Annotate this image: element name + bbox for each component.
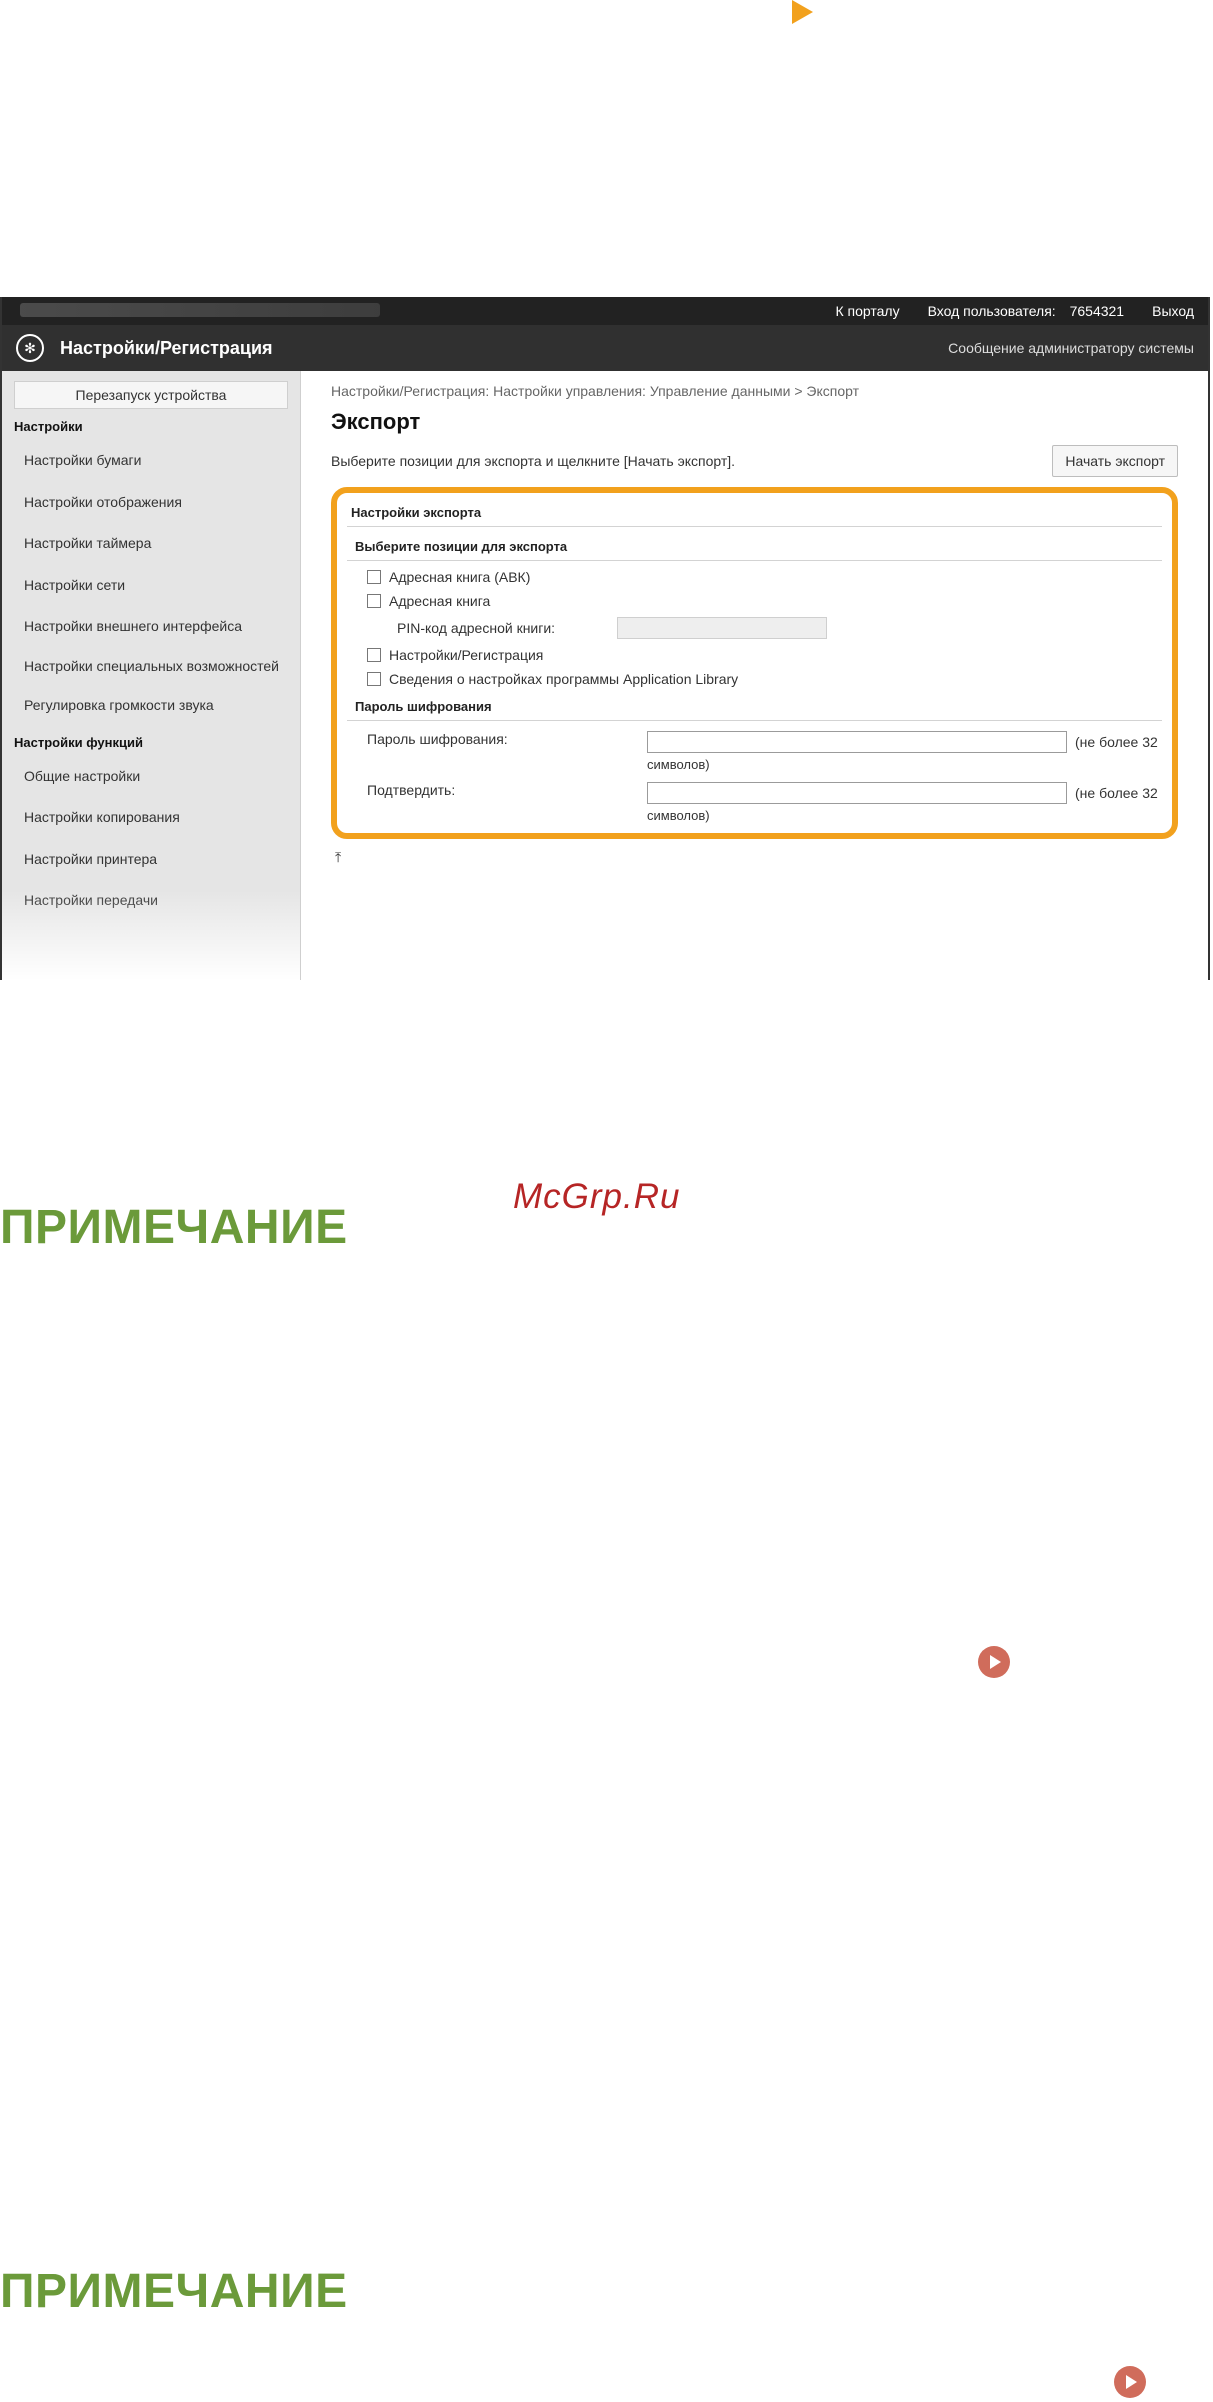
topbar-right: К порталу Вход пользователя: 7654321 Вых… (835, 303, 1194, 319)
checkbox-row-abk[interactable]: Адресная книга (АВК) (367, 569, 1162, 585)
sidebar-item-accessibility[interactable]: Настройки специальных возможностей (14, 648, 288, 686)
logout-link[interactable]: Выход (1152, 303, 1194, 319)
confirm-limit-1: (не более 32 (1075, 785, 1158, 801)
password-field-wrap: (не более 32 символов) (647, 731, 1162, 772)
sidebar-item-display[interactable]: Настройки отображения (14, 482, 288, 524)
to-top-icon[interactable]: ⤒ (335, 849, 1178, 866)
sidebar-functions-title: Настройки функций (14, 734, 143, 750)
portal-link[interactable]: К порталу (835, 303, 899, 319)
checkbox[interactable] (367, 594, 381, 608)
pin-input (617, 617, 827, 639)
sidebar-item-timer[interactable]: Настройки таймера (14, 523, 288, 565)
checkbox-label: Адресная книга (389, 593, 491, 609)
note-heading-1: ПРИМЕЧАНИЕ (0, 1201, 348, 1254)
encryption-title: Пароль шифрования (347, 695, 1162, 721)
settings-logo-icon: ✻ (16, 334, 44, 362)
checkbox-label: Настройки/Регистрация (389, 647, 544, 663)
user-label: Вход пользователя: 7654321 (927, 303, 1125, 319)
main-content: Настройки/Регистрация: Настройки управле… (301, 371, 1208, 980)
checkbox-row-settings-registration[interactable]: Настройки/Регистрация (367, 647, 1162, 663)
sidebar-settings-title: Настройки (14, 419, 83, 434)
page: К порталу Вход пользователя: 7654321 Вых… (0, 0, 1213, 2402)
checkbox-label: Адресная книга (АВК) (389, 569, 531, 585)
instructions-text: Выберите позиции для экспорта и щелкните… (331, 453, 736, 469)
admin-message-link[interactable]: Сообщение администратору системы (948, 340, 1194, 356)
sidebar-item-network[interactable]: Настройки сети (14, 565, 288, 607)
pin-label: PIN-код адресной книги: (397, 620, 556, 636)
header-title: Настройки/Регистрация (60, 337, 273, 358)
checkbox-row-application-library[interactable]: Сведения о настройках программы Applicat… (367, 671, 1162, 687)
confirm-input[interactable] (647, 782, 1067, 804)
sidebar: Перезапуск устройства Настройки Настройк… (2, 371, 301, 980)
confirm-label: Подтвердить: (367, 782, 456, 798)
password-line: (не более 32 (647, 731, 1162, 753)
checkbox-row-address-book[interactable]: Адресная книга (367, 593, 1162, 609)
top-arrow-icon (792, 0, 813, 24)
ui-body: Перезапуск устройства Настройки Настройк… (2, 371, 1208, 980)
sidebar-item-send[interactable]: Настройки передачи (14, 880, 288, 922)
password-label: Пароль шифрования: (367, 731, 508, 747)
restart-device-button[interactable]: Перезапуск устройства (14, 381, 288, 409)
watermark: McGrp.Ru (513, 1177, 681, 1216)
ui-topbar: К порталу Вход пользователя: 7654321 Вых… (2, 297, 1208, 325)
password-input[interactable] (647, 731, 1067, 753)
checkbox-label: Сведения о настройках программы Applicat… (389, 671, 739, 687)
sidebar-item-external-interface[interactable]: Настройки внешнего интерфейса (14, 606, 288, 648)
checkbox[interactable] (367, 570, 381, 584)
blurred-address (20, 303, 380, 317)
sidebar-item-common[interactable]: Общие настройки (14, 756, 288, 798)
breadcrumb: Настройки/Регистрация: Настройки управле… (331, 383, 860, 399)
start-export-button[interactable]: Начать экспорт (1052, 445, 1178, 477)
note-heading-2: ПРИМЕЧАНИЕ (0, 2265, 348, 2318)
sidebar-item-paper[interactable]: Настройки бумаги (14, 440, 288, 482)
pin-row: PIN-код адресной книги: (397, 617, 1162, 639)
password-limit-2: символов) (647, 757, 710, 772)
export-settings-title: Настройки экспорта (347, 501, 1162, 527)
confirm-field-wrap: (не более 32 символов) (647, 782, 1162, 823)
checkbox[interactable] (367, 672, 381, 686)
confirm-row: Подтвердить: (не более 32 символов) (367, 782, 1162, 823)
confirm-limit-2: символов) (647, 808, 710, 823)
page-title: Экспорт (331, 409, 421, 434)
sidebar-item-printer[interactable]: Настройки принтера (14, 839, 288, 881)
password-limit-1: (не более 32 (1075, 734, 1158, 750)
sidebar-item-copy[interactable]: Настройки копирования (14, 797, 288, 839)
sidebar-item-volume[interactable]: Регулировка громкости звука (14, 685, 288, 727)
ui-header: ✻ Настройки/Регистрация Сообщение админи… (2, 325, 1208, 371)
checkbox[interactable] (367, 648, 381, 662)
export-settings-box: Настройки экспорта Выберите позиции для … (331, 487, 1178, 839)
link-arrow-icon[interactable] (1114, 2366, 1146, 2398)
actions-row: Выберите позиции для экспорта и щелкните… (331, 445, 1178, 477)
select-items-title: Выберите позиции для экспорта (347, 535, 1162, 561)
password-row: Пароль шифрования: (не более 32 символов… (367, 731, 1162, 772)
embedded-ui-screenshot: К порталу Вход пользователя: 7654321 Вых… (0, 297, 1210, 980)
link-arrow-icon[interactable] (978, 1646, 1010, 1678)
confirm-line: (не более 32 (647, 782, 1162, 804)
